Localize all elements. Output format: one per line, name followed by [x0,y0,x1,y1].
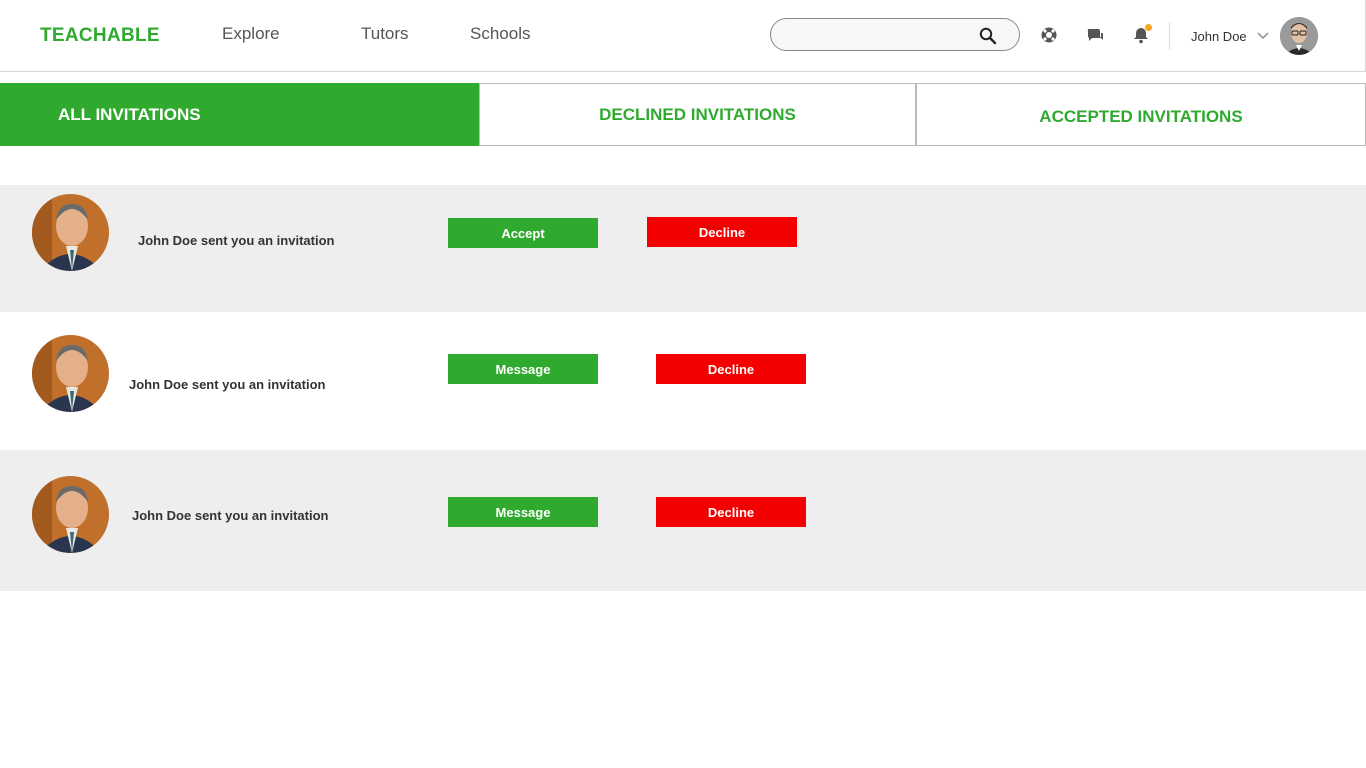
search-icon[interactable] [979,27,997,45]
chat-icon[interactable] [1086,26,1104,44]
sender-avatar[interactable] [32,476,109,553]
tab-declined-invitations[interactable]: DECLINED INVITATIONS [479,83,916,146]
message-button[interactable]: Message [448,354,598,384]
sender-avatar[interactable] [32,335,109,412]
support-icon[interactable] [1040,26,1058,44]
accept-button[interactable]: Accept [448,218,598,248]
decline-button[interactable]: Decline [656,497,806,527]
chevron-down-icon[interactable] [1257,31,1269,41]
nav-schools[interactable]: Schools [470,24,530,44]
top-header: TEACHABLE Explore Tutors Schools John Do… [0,0,1366,72]
message-button[interactable]: Message [448,497,598,527]
nav-tutors[interactable]: Tutors [361,24,409,44]
search-box [770,18,1020,51]
user-avatar[interactable] [1280,17,1318,55]
notification-dot [1145,24,1152,31]
tab-all-invitations[interactable]: ALL INVITATIONS [0,83,479,146]
header-divider [1169,22,1170,50]
invitation-text: John Doe sent you an invitation [132,508,329,523]
invitation-row: John Doe sent you an invitation Accept D… [0,185,1366,312]
user-name[interactable]: John Doe [1191,29,1247,44]
invitation-row: John Doe sent you an invitation Message … [0,450,1366,591]
tab-accepted-invitations[interactable]: ACCEPTED INVITATIONS [916,83,1366,146]
decline-button[interactable]: Decline [656,354,806,384]
logo[interactable]: TEACHABLE [40,25,160,47]
search-input[interactable] [785,25,980,45]
invitation-row: John Doe sent you an invitation Message … [0,312,1366,450]
sender-avatar[interactable] [32,194,109,271]
decline-button[interactable]: Decline [647,217,797,247]
invitation-text: John Doe sent you an invitation [129,377,326,392]
nav-explore[interactable]: Explore [222,24,280,44]
invitation-text: John Doe sent you an invitation [138,233,335,248]
